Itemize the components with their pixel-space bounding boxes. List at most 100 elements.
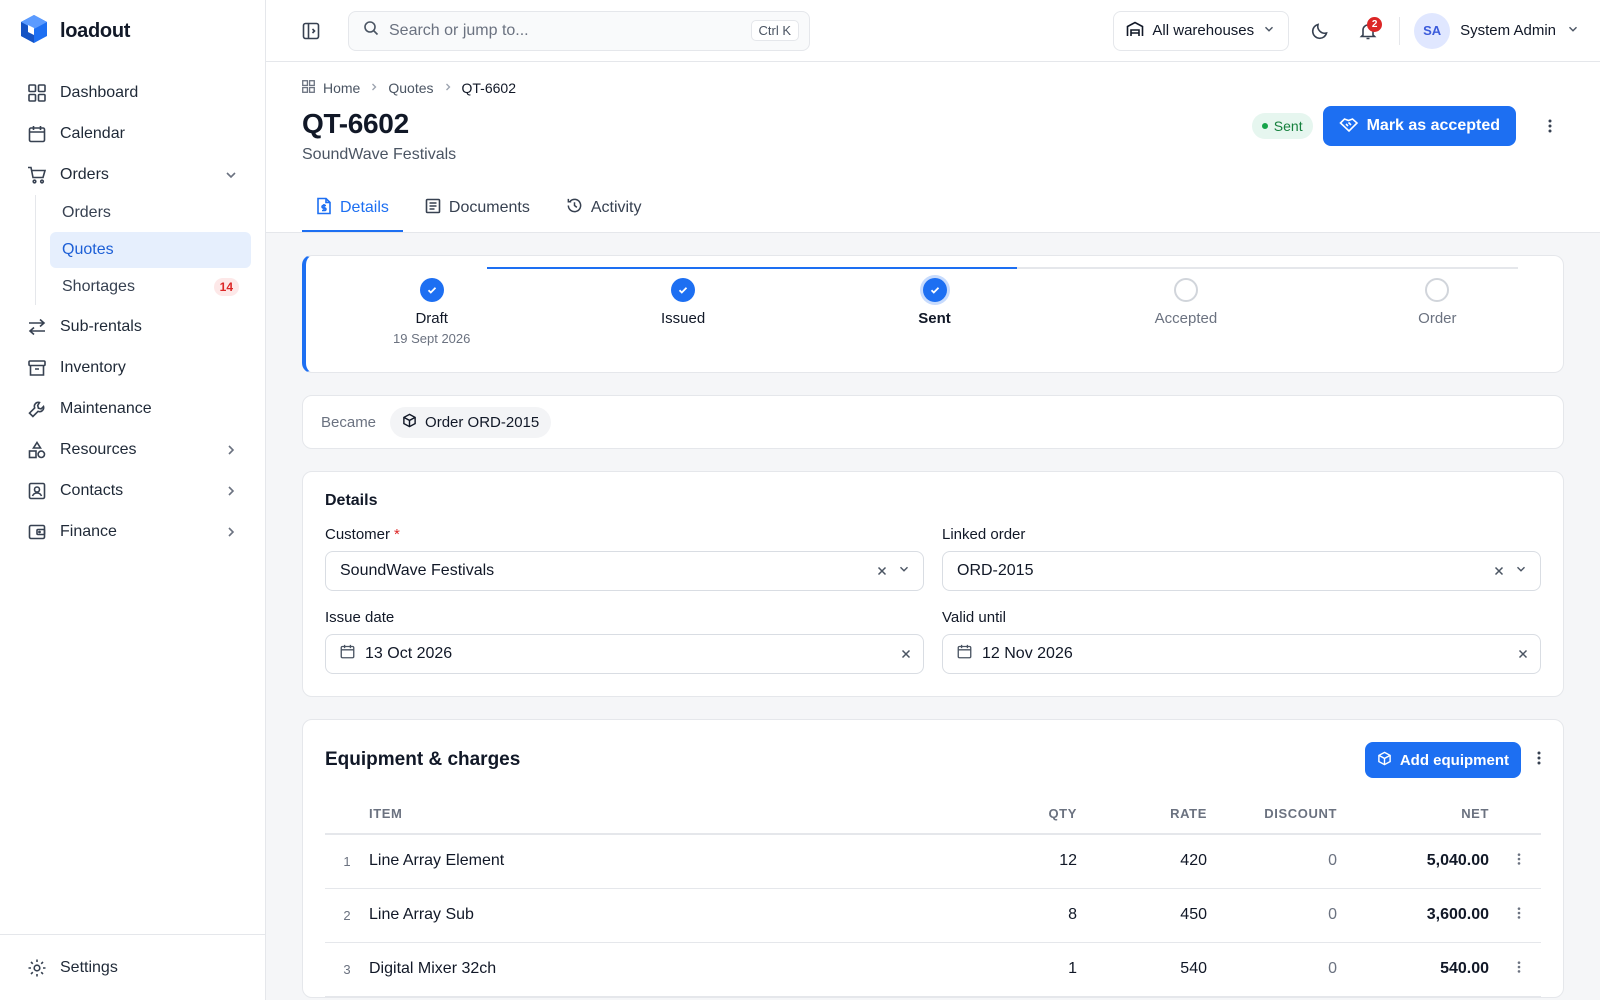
calendar-icon [26,123,48,145]
sub-nav-orders[interactable]: Orders [50,195,251,231]
warehouse-select[interactable]: All warehouses [1113,10,1290,51]
package-icon [1377,751,1392,770]
chevron-down-icon[interactable] [897,562,911,581]
nav-resources[interactable]: Resources [14,429,251,470]
row-more-vertical-icon[interactable] [1497,942,1541,997]
tab-details[interactable]: Details [302,186,403,232]
app-name: loadout [60,19,131,42]
breadcrumb-quotes[interactable]: Quotes [388,80,433,96]
linked-order-chip[interactable]: Order ORD-2015 [390,406,552,438]
nav-label: Dashboard [60,83,139,101]
add-equipment-button[interactable]: Add equipment [1364,742,1521,778]
nav-settings[interactable]: Settings [14,947,251,988]
app-logo[interactable]: loadout [0,0,265,62]
chevron-right-icon[interactable] [223,524,239,540]
details-grid: Customer * SoundWave Festivals Linked ord… [325,526,1541,674]
status-stepper: Draft 19 Sept 2026 Issued Sent Accepted [302,255,1564,373]
valid-until-label: Valid until [942,609,1006,626]
chevron-down-icon[interactable] [223,167,239,183]
tabs: Details Documents Activity [302,186,1564,232]
tab-label: Documents [448,199,530,216]
clear-icon[interactable] [901,646,911,662]
more-vertical-icon[interactable] [1536,106,1564,146]
nav-label: Contacts [60,481,124,499]
column-header-net: NET [1347,794,1497,835]
check-icon [419,278,444,302]
nav-contacts[interactable]: Contacts [14,470,251,511]
archive-icon [26,357,48,379]
became-label: Became [321,413,377,431]
nav-dashboard[interactable]: Dashboard [14,72,251,113]
row-more-vertical-icon[interactable] [1497,888,1541,943]
sub-nav-label: Orders [62,204,111,221]
nav-label: Sub-rentals [60,317,142,335]
page-header: Home Quotes QT-6602 QT-6602 SoundWave Fe… [266,62,1600,233]
nav-calendar[interactable]: Calendar [14,113,251,154]
title-actions: Sent Mark as accepted [1251,106,1564,146]
search-input[interactable]: Search or jump to... Ctrl K [348,10,810,51]
search-shortcut: Ctrl K [750,20,799,41]
search-icon [363,20,379,41]
status-badge: Sent [1251,113,1313,139]
nav-label: Calendar [60,124,125,142]
warehouse-value: All warehouses [1152,22,1255,39]
moon-icon[interactable] [1303,14,1337,48]
issue-date-input[interactable]: 13 Oct 2026 [325,634,924,674]
linked-order-select[interactable]: ORD-2015 [942,551,1541,591]
table-row[interactable]: 1 Line Array Element 12 420 0 5,040.00 [325,834,1541,889]
step-draft: Draft 19 Sept 2026 [306,278,557,346]
grid-icon [302,80,315,96]
shapes-icon [26,439,48,461]
tab-activity[interactable]: Activity [552,186,656,232]
valid-until-input[interactable]: 12 Nov 2026 [942,634,1541,674]
clear-icon[interactable] [1494,563,1504,579]
mark-accepted-button[interactable]: Mark as accepted [1322,106,1516,146]
warehouse-icon [1126,21,1144,41]
nav-label: Maintenance [60,399,152,417]
sub-nav-quotes[interactable]: Quotes [50,232,251,268]
clear-icon[interactable] [877,563,887,579]
document-lines-icon [425,198,441,219]
row-rate: 450 [1077,888,1217,943]
customer-field: Customer * SoundWave Festivals [325,526,924,591]
row-more-vertical-icon[interactable] [1497,834,1541,889]
row-qty: 1 [997,942,1077,997]
table-row[interactable]: 2 Line Array Sub 8 450 0 3,600.00 [325,888,1541,943]
chevron-right-icon[interactable] [223,483,239,499]
user-menu[interactable]: SA System Admin [1414,12,1580,49]
valid-until-value: 12 Nov 2026 [982,645,1073,662]
sidebar-toggle-icon[interactable] [294,14,328,48]
sub-nav-shortages[interactable]: Shortages 14 [50,269,251,305]
customer-select[interactable]: SoundWave Festivals [325,551,924,591]
mark-accepted-label: Mark as accepted [1366,117,1500,134]
nav-maintenance[interactable]: Maintenance [14,388,251,429]
breadcrumb-home[interactable]: Home [323,80,360,96]
chevron-down-icon[interactable] [1514,562,1528,581]
table-row[interactable]: 3 Digital Mixer 32ch 1 540 0 540.00 [325,942,1541,997]
user-name: System Admin [1460,22,1556,39]
nav-label: Inventory [60,358,126,376]
wrench-icon [26,398,48,420]
row-net: 3,600.00 [1347,888,1497,943]
check-icon [671,278,696,302]
grid-icon [26,82,48,104]
step-label: Accepted [1154,310,1218,327]
row-index: 1 [325,834,369,889]
customer-label: Customer * [325,526,924,543]
nav-sub-rentals[interactable]: Sub-rentals [14,306,251,347]
page-content: Draft 19 Sept 2026 Issued Sent Accepted [266,233,1600,1000]
more-vertical-icon[interactable] [1537,750,1541,770]
stepper-progress-line [487,267,1018,269]
chevron-right-icon[interactable] [223,442,239,458]
clear-icon[interactable] [1518,646,1528,662]
nav-orders[interactable]: Orders [14,154,251,195]
row-net: 540.00 [1347,942,1497,997]
row-item: Line Array Element [369,834,997,889]
nav-finance[interactable]: Finance [14,511,251,552]
nav-inventory[interactable]: Inventory [14,347,251,388]
bell-icon[interactable]: 2 [1351,14,1385,48]
nav-label: Finance [60,522,117,540]
stepper-remaining-line [1017,267,1518,269]
tab-documents[interactable]: Documents [411,186,544,232]
calendar-icon [340,644,355,664]
